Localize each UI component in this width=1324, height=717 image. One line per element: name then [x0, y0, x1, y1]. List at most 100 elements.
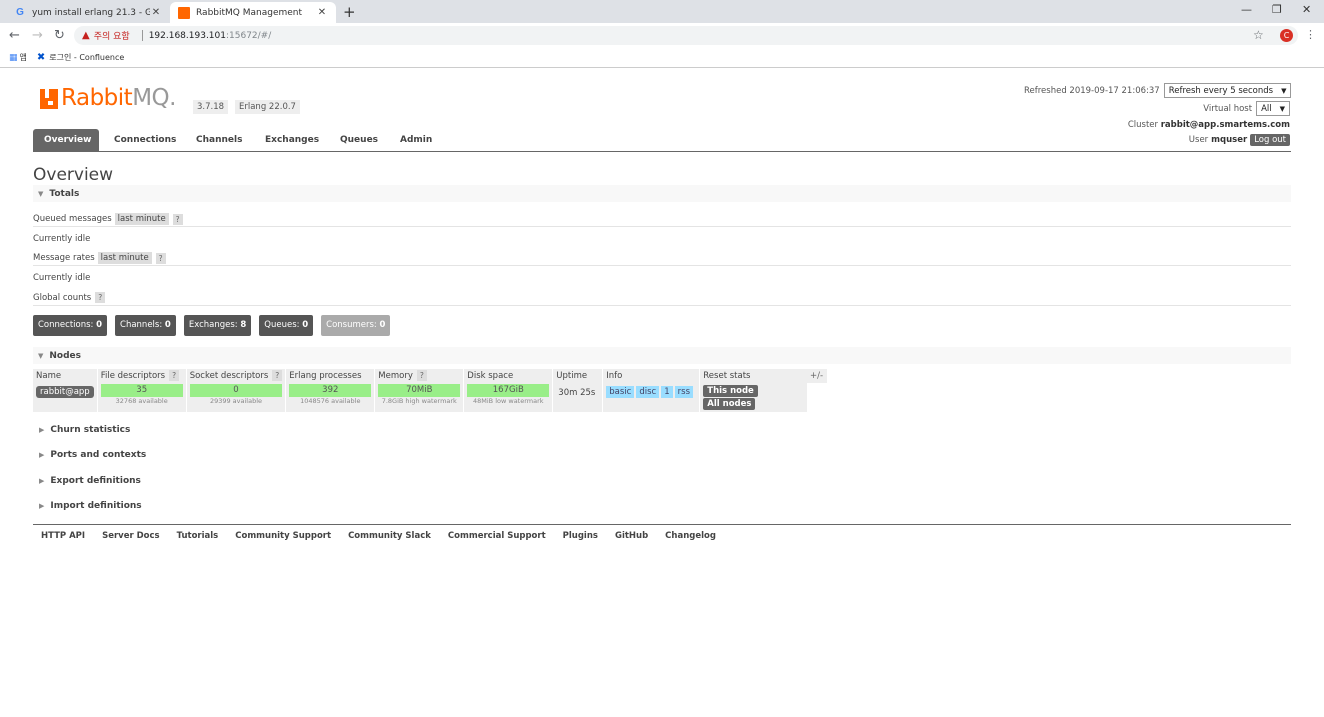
churn-statistics-section[interactable]: ▶ Churn statistics: [33, 425, 130, 435]
tab-title: yum install erlang 21.3 - Google: [32, 7, 150, 18]
global-counts-label: Global counts: [33, 292, 92, 303]
bookmark-star-icon[interactable]: ☆: [1253, 28, 1264, 42]
section-label: Ports and contexts: [50, 450, 147, 460]
close-window-icon[interactable]: ✕: [1302, 3, 1311, 16]
tab-exchanges[interactable]: Exchanges: [254, 129, 330, 151]
refresh-interval-select[interactable]: Refresh every 5 seconds ▼: [1163, 83, 1292, 98]
message-rates-row: Message rates last minute ?: [33, 252, 166, 264]
channels-count-button[interactable]: Channels: 0: [115, 315, 176, 336]
exchanges-count-button[interactable]: Exchanges: 8: [183, 315, 252, 336]
connections-count-button[interactable]: Connections: 0: [33, 315, 108, 336]
apps-grid-icon[interactable]: ▦: [9, 53, 17, 63]
footer-link-server-docs[interactable]: Server Docs: [102, 531, 160, 541]
tab-queues[interactable]: Queues: [329, 129, 389, 151]
vhost-select[interactable]: All ▼: [1256, 101, 1290, 116]
help-button[interactable]: ?: [95, 292, 106, 303]
footer-link-http-api[interactable]: HTTP API: [41, 531, 85, 541]
chevron-down-icon: ▼: [1281, 86, 1287, 95]
columns-toggle-button[interactable]: +/-: [806, 369, 828, 383]
count-value: 8: [240, 320, 247, 330]
section-label: Import definitions: [50, 501, 142, 511]
consumers-count-button[interactable]: Consumers: 0: [321, 315, 391, 336]
close-tab-icon[interactable]: ✕: [150, 7, 162, 18]
erlang-processes-meter: 392: [289, 384, 372, 397]
erlang-processes-available: 1048576 available: [300, 397, 361, 405]
browser-tab-rabbitmq[interactable]: RabbitMQ Management ✕: [170, 2, 336, 23]
totals-section-header[interactable]: ▼ Totals: [33, 185, 1291, 202]
minimize-icon[interactable]: —: [1241, 3, 1252, 16]
erlang-processes-cell: 392 1048576 available: [285, 383, 376, 412]
bookmark-apps[interactable]: 앱: [20, 52, 27, 63]
import-definitions-section[interactable]: ▶ Import definitions: [33, 501, 142, 511]
forward-icon[interactable]: →: [32, 28, 43, 43]
back-icon[interactable]: ←: [9, 28, 20, 43]
help-button[interactable]: ?: [272, 370, 283, 381]
footer-link-community-slack[interactable]: Community Slack: [348, 531, 431, 541]
disk-watermark: 48MiB low watermark: [473, 397, 544, 405]
help-button[interactable]: ?: [169, 370, 180, 381]
global-counts: Connections: 0 Channels: 0 Exchanges: 8 …: [33, 315, 398, 336]
footer-link-github[interactable]: GitHub: [615, 531, 648, 541]
node-name-cell: rabbit@app: [33, 383, 98, 412]
reset-all-nodes-button[interactable]: All nodes: [703, 398, 756, 410]
tab-overview[interactable]: Overview: [33, 129, 99, 151]
url-input[interactable]: ▲ 주의 요함 192.168.193.101:15672/#/: [74, 26, 1298, 45]
socket-descriptors-cell: 0 29399 available: [186, 383, 287, 412]
queued-range-select[interactable]: last minute: [114, 213, 169, 225]
queued-messages-label: Queued messages: [33, 214, 112, 224]
page-title: Overview: [33, 165, 114, 185]
col-info: Info: [602, 369, 701, 383]
profile-avatar[interactable]: C: [1280, 29, 1293, 42]
col-uptime: Uptime: [552, 369, 604, 383]
global-counts-row: Global counts ?: [33, 292, 106, 303]
new-tab-button[interactable]: +: [343, 3, 356, 21]
restore-icon[interactable]: ❐: [1272, 3, 1282, 16]
url-host: 192.168.193.101: [148, 30, 226, 41]
footer-link-changelog[interactable]: Changelog: [665, 531, 716, 541]
reset-this-node-button[interactable]: This node: [703, 385, 758, 397]
queues-count-button[interactable]: Queues: 0: [259, 315, 314, 336]
help-button[interactable]: ?: [416, 370, 427, 381]
help-button[interactable]: ?: [172, 213, 183, 225]
help-button[interactable]: ?: [155, 252, 166, 264]
footer-link-commercial-support[interactable]: Commercial Support: [448, 531, 546, 541]
ports-contexts-section[interactable]: ▶ Ports and contexts: [33, 450, 146, 460]
refreshed-timestamp: Refreshed 2019-09-17 21:06:37: [1024, 85, 1160, 96]
count-label: Consumers:: [326, 320, 377, 330]
triangle-right-icon: ▶: [39, 426, 45, 434]
close-tab-icon[interactable]: ✕: [316, 7, 328, 18]
footer-link-tutorials[interactable]: Tutorials: [177, 531, 219, 541]
uptime-value: 30m 25s: [558, 388, 596, 398]
message-rates-label: Message rates: [33, 253, 95, 263]
rabbitmq-logo[interactable]: RabbitMQ.: [40, 85, 176, 111]
tab-admin[interactable]: Admin: [389, 129, 443, 151]
security-warning[interactable]: 주의 요함: [94, 29, 130, 42]
count-value: 0: [164, 320, 171, 330]
memory-meter: 70MiB: [378, 384, 461, 397]
reload-icon[interactable]: ↻: [54, 28, 65, 43]
rates-range-select[interactable]: last minute: [97, 252, 152, 264]
footer-link-plugins[interactable]: Plugins: [563, 531, 598, 541]
export-definitions-section[interactable]: ▶ Export definitions: [33, 476, 141, 486]
rabbitmq-logo-icon: [40, 89, 58, 109]
col-name: Name: [33, 369, 98, 383]
disk-space-cell: 167GiB 48MiB low watermark: [463, 383, 554, 412]
node-link[interactable]: rabbit@app: [36, 386, 94, 398]
divider: [33, 305, 1291, 306]
triangle-right-icon: ▶: [39, 451, 45, 459]
google-icon: G: [16, 7, 24, 18]
chevron-down-icon: ▼: [1279, 104, 1285, 113]
browser-tab-google[interactable]: G yum install erlang 21.3 - Google ✕: [6, 2, 170, 23]
tab-channels[interactable]: Channels: [185, 129, 253, 151]
tab-connections[interactable]: Connections: [103, 129, 187, 151]
nodes-table: Name File descriptors? Socket descriptor…: [33, 369, 809, 412]
nodes-section-header[interactable]: ▼ Nodes: [33, 347, 1291, 364]
footer-links: HTTP API Server Docs Tutorials Community…: [33, 524, 1291, 541]
browser-menu-icon[interactable]: ⋮: [1305, 28, 1316, 41]
vhost-label: Virtual host: [1203, 103, 1253, 114]
footer-link-community-support[interactable]: Community Support: [235, 531, 331, 541]
vhost-value: All: [1261, 103, 1272, 114]
logo-brand: Rabbit: [61, 85, 133, 111]
section-label: Export definitions: [50, 476, 141, 486]
bookmark-confluence[interactable]: 로그인 - Confluence: [49, 52, 124, 63]
